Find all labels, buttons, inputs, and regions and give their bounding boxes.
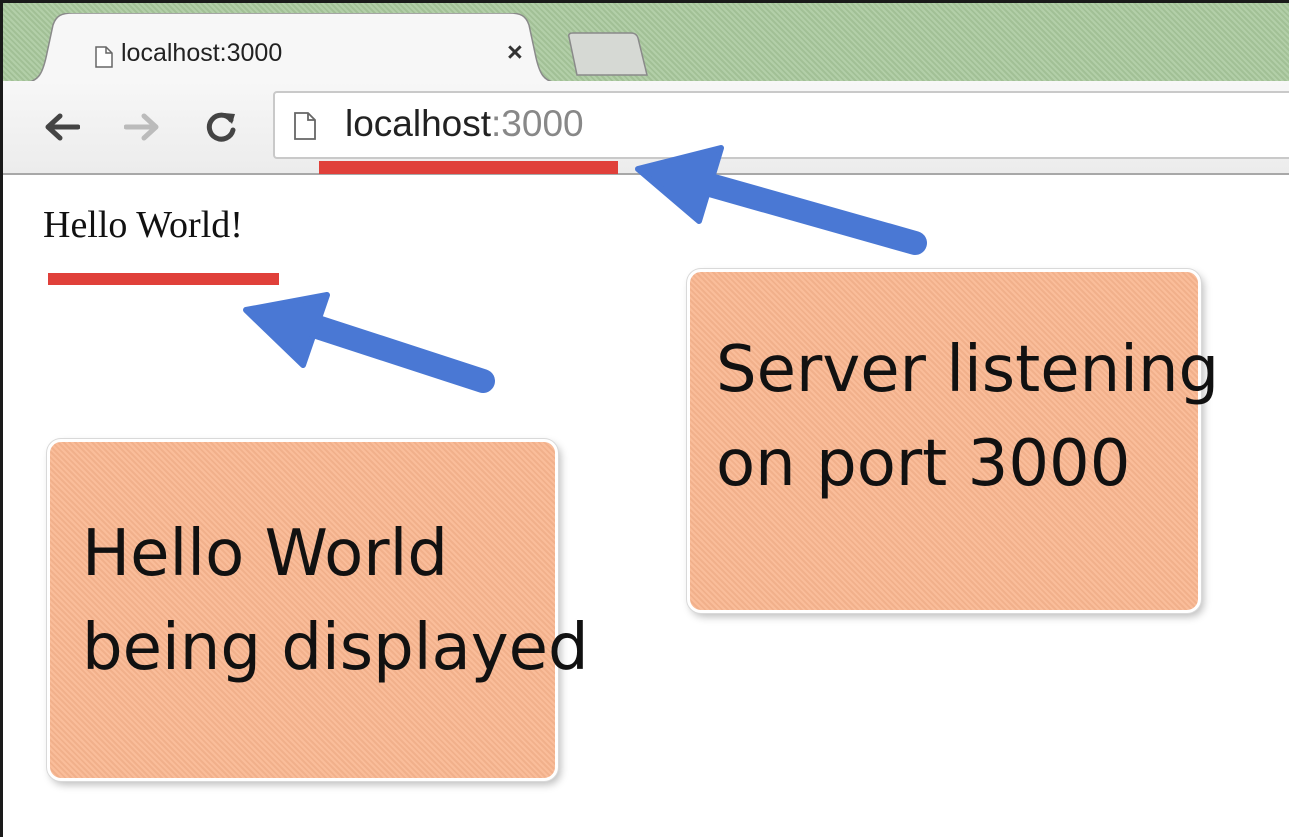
forward-button[interactable] xyxy=(117,99,167,155)
arrow-to-content-icon xyxy=(243,292,495,393)
annotation-note-hello: Hello World being displayed xyxy=(47,439,589,781)
tab-localhost[interactable]: localhost:3000 × xyxy=(21,13,561,83)
tab-title: localhost:3000 xyxy=(121,39,283,67)
new-tab-button[interactable] xyxy=(563,31,653,84)
note-line: being displayed xyxy=(82,611,589,685)
url-host: localhost xyxy=(345,103,492,144)
tab-strip: localhost:3000 × xyxy=(3,3,1289,84)
address-bar[interactable]: localhost:3000 xyxy=(273,91,1289,159)
page-content-text: Hello World! xyxy=(43,204,243,246)
reload-icon xyxy=(206,112,236,142)
annotation-note-server: Server listening on port 3000 xyxy=(687,269,1220,613)
note-line: on port 3000 xyxy=(716,427,1131,501)
annotation-note-hello-text: Hello World being displayed xyxy=(82,517,589,710)
url-text: localhost:3000 xyxy=(345,103,584,145)
url-highlight-underline xyxy=(319,161,618,174)
page-icon xyxy=(293,111,317,146)
note-line: Server listening xyxy=(716,333,1220,407)
close-icon[interactable]: × xyxy=(507,37,523,68)
browser-window: localhost:3000 × localhost:3000 Hello Wo… xyxy=(0,0,1289,837)
note-line: Hello World xyxy=(82,517,448,591)
new-tab-icon xyxy=(568,32,648,76)
url-port: :3000 xyxy=(491,103,584,144)
content-highlight-underline xyxy=(48,273,279,285)
arrow-left-icon xyxy=(45,113,80,141)
reload-button[interactable] xyxy=(196,99,246,155)
browser-toolbar: localhost:3000 xyxy=(3,81,1289,175)
back-button[interactable] xyxy=(37,99,87,155)
arrow-right-icon xyxy=(124,113,159,141)
annotation-note-server-text: Server listening on port 3000 xyxy=(716,333,1220,526)
